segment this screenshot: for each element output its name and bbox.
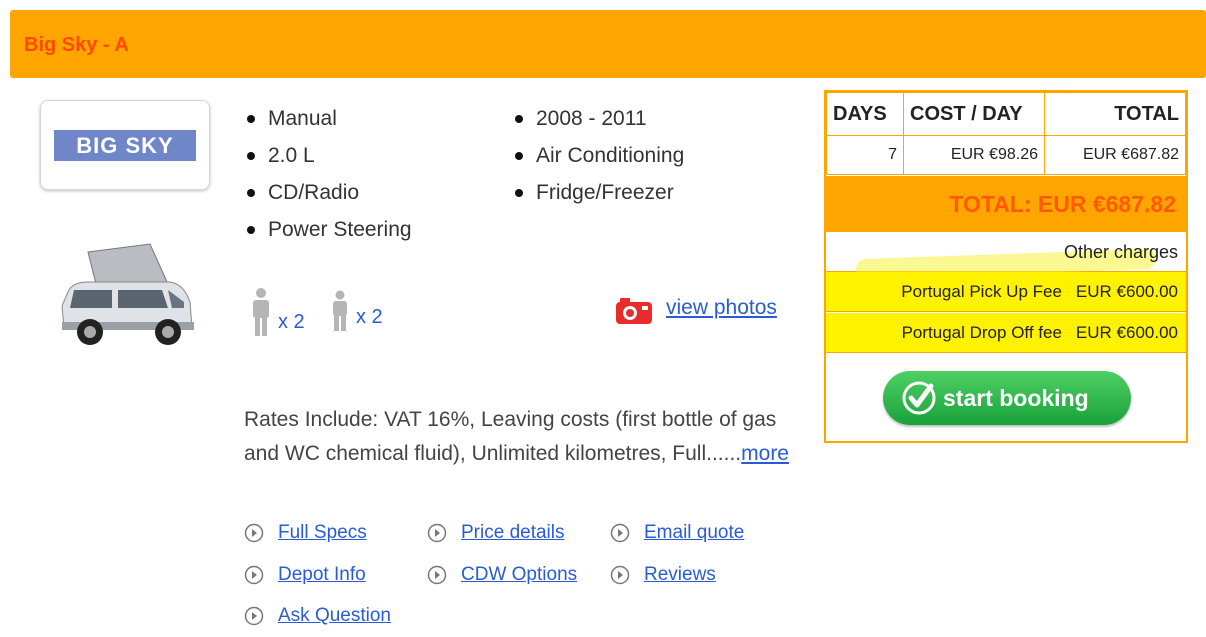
days-value: 7	[826, 135, 904, 175]
dropoff-fee-row: Portugal Drop Off fee EUR €600.00	[826, 313, 1186, 353]
fee-name: Portugal Pick Up Fee	[901, 281, 1062, 301]
adult-count: x 2	[278, 311, 305, 333]
child-person-icon	[333, 290, 347, 331]
adult-person-icon	[253, 288, 269, 336]
circle-arrow-icon	[427, 565, 447, 585]
circle-arrow-icon	[244, 565, 264, 585]
spec-item: CD/Radio	[244, 174, 412, 211]
days-header: DAYS	[826, 92, 904, 136]
other-charges-row: Other charges	[826, 232, 1186, 280]
child-capacity: x 2	[330, 290, 383, 332]
depot-info-link[interactable]: Depot Info	[244, 564, 366, 586]
rates-description: Rates Include: VAT 16%, Leaving costs (f…	[244, 403, 804, 471]
camera-icon[interactable]	[614, 296, 654, 326]
link-label: Price details	[461, 522, 565, 543]
spec-item: 2.0 L	[244, 137, 412, 174]
email-quote-link[interactable]: Email quote	[610, 522, 744, 544]
link-label: Email quote	[644, 522, 745, 543]
brand-logo: BIG SKY	[40, 100, 210, 190]
spec-item: 2008 - 2011	[512, 100, 684, 137]
fee-amount: EUR €600.00	[1075, 281, 1178, 301]
page-title: Big Sky - A	[24, 34, 129, 56]
total-bar: TOTAL: EUR €687.82	[826, 176, 1186, 232]
pricing-panel: DAYS COST / DAY TOTAL 7 EUR €98.26 EUR €…	[824, 90, 1188, 443]
logo-badge: BIG SKY	[54, 130, 196, 161]
cdw-options-link[interactable]: CDW Options	[427, 564, 577, 586]
link-label: Full Specs	[278, 522, 367, 543]
pricing-header-row: DAYS COST / DAY TOTAL	[826, 92, 1186, 136]
cost-per-day-value: EUR €98.26	[903, 135, 1045, 175]
circle-arrow-icon	[610, 565, 630, 585]
grand-total: TOTAL: EUR €687.82	[949, 191, 1176, 217]
rates-text: Rates Include: VAT 16%, Leaving costs (f…	[244, 408, 777, 465]
logo-text: BIG SKY	[76, 132, 174, 158]
header-bar: Big Sky - A	[10, 10, 1206, 78]
fee-amount: EUR €600.00	[1075, 322, 1178, 342]
link-label: Depot Info	[278, 564, 366, 585]
pricing-row: 7 EUR €98.26 EUR €687.82	[826, 135, 1186, 175]
spec-item: Power Steering	[244, 211, 412, 248]
other-charges-label: Other charges	[1063, 242, 1178, 262]
price-details-link[interactable]: Price details	[427, 522, 565, 544]
full-specs-link[interactable]: Full Specs	[244, 522, 367, 544]
link-label: CDW Options	[461, 564, 578, 585]
cost-per-day-header: COST / DAY	[903, 92, 1045, 136]
start-booking-label: start booking	[943, 384, 1089, 411]
ask-question-link[interactable]: Ask Question	[244, 605, 391, 627]
fee-name: Portugal Drop Off fee	[901, 322, 1062, 342]
child-count: x 2	[356, 306, 383, 328]
spec-item: Manual	[244, 100, 412, 137]
start-booking-button[interactable]: start booking	[883, 371, 1131, 425]
spec-list-right: 2008 - 2011 Air Conditioning Fridge/Free…	[512, 100, 684, 211]
circle-arrow-icon	[427, 523, 447, 543]
link-label: Ask Question	[278, 605, 391, 626]
pricing-table: DAYS COST / DAY TOTAL 7 EUR €98.26 EUR €…	[826, 92, 1186, 175]
view-photos-link[interactable]: view photos	[666, 296, 777, 320]
total-value: EUR €687.82	[1044, 135, 1186, 175]
spec-list-left: Manual 2.0 L CD/Radio Power Steering	[244, 100, 412, 248]
circle-arrow-icon	[244, 523, 264, 543]
reviews-link[interactable]: Reviews	[610, 564, 716, 586]
more-link[interactable]: more	[741, 442, 789, 465]
total-header: TOTAL	[1044, 92, 1186, 136]
circle-arrow-icon	[244, 606, 264, 626]
adult-capacity: x 2	[250, 287, 305, 337]
circle-arrow-icon	[610, 523, 630, 543]
spec-item: Fridge/Freezer	[512, 174, 684, 211]
pickup-fee-row: Portugal Pick Up Fee EUR €600.00	[826, 272, 1186, 312]
checkmark-icon	[902, 381, 936, 415]
spec-item: Air Conditioning	[512, 137, 684, 174]
link-label: Reviews	[644, 564, 716, 585]
campervan-image	[61, 243, 194, 345]
